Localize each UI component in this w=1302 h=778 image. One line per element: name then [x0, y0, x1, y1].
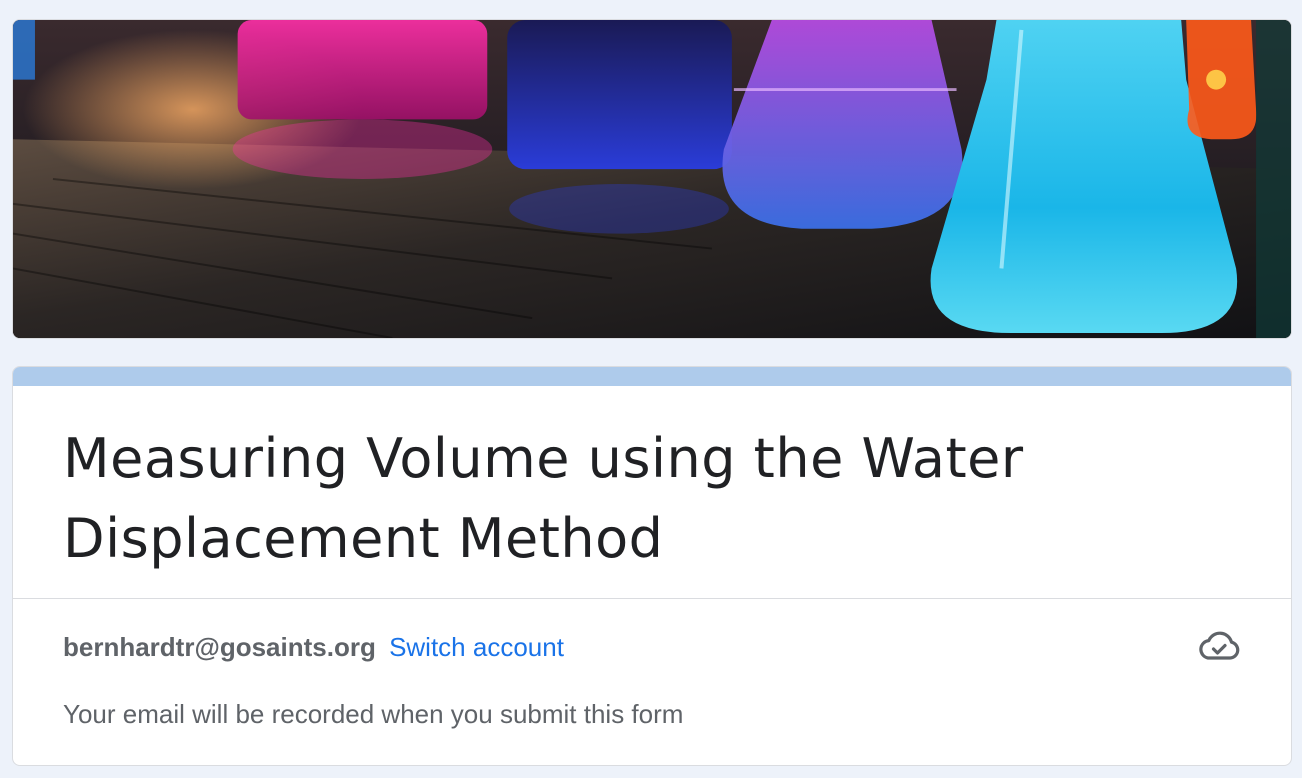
- header-divider: [13, 598, 1291, 599]
- form-title: Measuring Volume using the Water Displac…: [63, 427, 1024, 570]
- form-header-card: Measuring Volume using the Water Displac…: [12, 366, 1292, 766]
- switch-account-link[interactable]: Switch account: [389, 632, 564, 662]
- account-email: bernhardtr@gosaints.org: [63, 632, 376, 662]
- cloud-done-icon[interactable]: [1197, 630, 1241, 664]
- account-row: bernhardtr@gosaints.org Switch account: [63, 631, 564, 663]
- lab-flasks-illustration: [13, 20, 1291, 338]
- header-banner-image: [12, 19, 1292, 339]
- card-accent-bar: [13, 367, 1291, 386]
- email-recording-notice: Your email will be recorded when you sub…: [63, 699, 684, 729]
